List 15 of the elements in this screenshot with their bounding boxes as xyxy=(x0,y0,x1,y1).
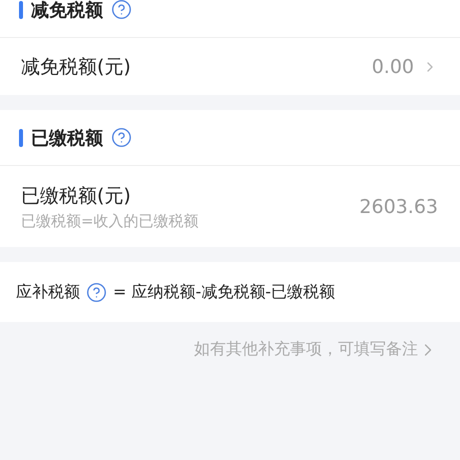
formula-label: 应补税额 xyxy=(16,282,80,302)
section-title: 已缴税额 xyxy=(31,126,103,150)
amount-value: 2603.63 xyxy=(359,196,438,218)
row-hint: 已缴税额=收入的已缴税额 xyxy=(21,212,200,230)
row-label: 减免税额(元) xyxy=(21,54,132,80)
formula-text: = 应纳税额-减免税额-已缴税额 xyxy=(113,282,336,302)
section-title: 减免税额 xyxy=(31,0,103,22)
row-label: 已缴税额(元) xyxy=(21,184,132,208)
accent-bar xyxy=(19,0,23,18)
help-icon[interactable] xyxy=(111,127,132,148)
help-icon[interactable] xyxy=(86,282,107,302)
accent-bar xyxy=(19,128,23,146)
help-icon[interactable] xyxy=(111,0,132,20)
remark-link[interactable]: 如有其他补充事项，可填写备注 xyxy=(194,339,438,360)
amount-value: 0.00 xyxy=(372,56,414,78)
